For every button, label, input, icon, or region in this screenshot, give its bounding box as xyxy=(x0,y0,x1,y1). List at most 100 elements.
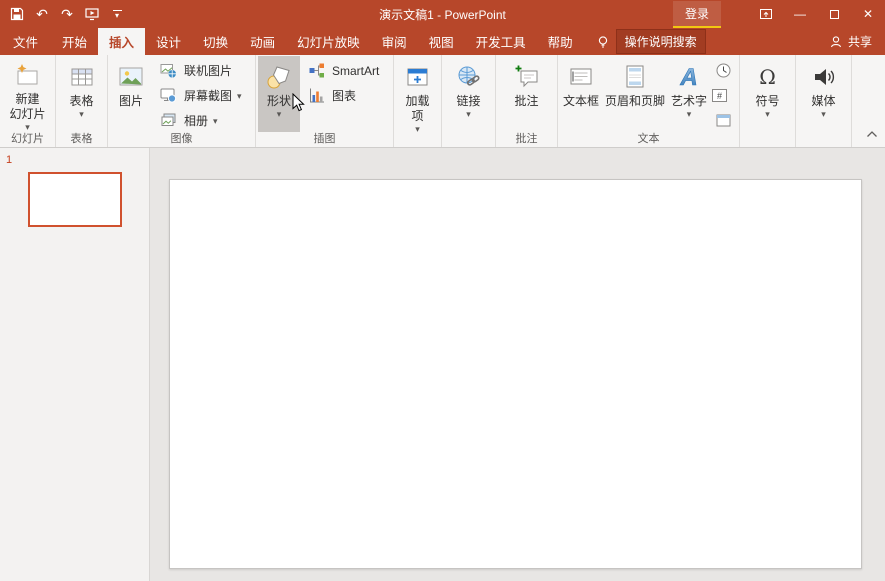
symbol-label: 符号 xyxy=(755,94,779,109)
comment-icon xyxy=(514,60,540,94)
slide-thumbnail[interactable] xyxy=(28,172,122,227)
tab-slideshow[interactable]: 幻灯片放映 xyxy=(286,28,371,55)
group-label-comments: 批注 xyxy=(498,132,555,147)
ribbon-display-options-icon xyxy=(759,7,773,21)
photo-album-button[interactable]: 相册 ▾ xyxy=(152,109,247,132)
media-label: 媒体 xyxy=(811,94,835,109)
screenshot-button[interactable]: 屏幕截图 ▾ xyxy=(152,84,247,107)
chevron-down-icon: ▾ xyxy=(25,122,30,132)
chevron-down-icon: ▾ xyxy=(115,12,119,19)
hash-glyph: # xyxy=(717,91,722,101)
share-button[interactable]: 共享 xyxy=(829,28,885,55)
link-button[interactable]: 链接 ▾ xyxy=(448,56,490,146)
link-label: 链接 xyxy=(456,94,480,109)
group-label-slides: 幻灯片 xyxy=(2,132,53,147)
chevron-down-icon: ▾ xyxy=(765,109,770,119)
ribbon-group-tables: 表格 ▾ 表格 xyxy=(56,55,108,147)
table-button[interactable]: 表格 ▾ xyxy=(61,56,103,132)
slide-thumbnail-panel: 1 xyxy=(0,148,150,581)
mouse-cursor xyxy=(292,93,305,112)
group-label-images: 图像 xyxy=(110,132,253,147)
tab-review[interactable]: 审阅 xyxy=(371,28,418,55)
header-footer-button[interactable]: 页眉和页脚 xyxy=(602,56,668,132)
chevron-up-icon xyxy=(866,130,878,138)
chevron-down-icon: ▾ xyxy=(466,109,471,119)
collapse-ribbon-button[interactable] xyxy=(859,123,885,145)
ribbon: 新建 幻灯片 ▾ 幻灯片 表格 ▾ 表格 xyxy=(0,55,885,148)
start-from-beginning-button[interactable] xyxy=(80,2,104,26)
quick-access-toolbar: ↶ ↷ ▾ xyxy=(0,2,129,26)
tab-transitions[interactable]: 切换 xyxy=(192,28,239,55)
slide-number: 1 xyxy=(6,154,12,166)
maximize-button[interactable] xyxy=(817,0,851,28)
maximize-icon xyxy=(830,10,839,19)
date-time-button[interactable] xyxy=(710,59,736,82)
redo-button[interactable]: ↷ xyxy=(55,2,79,26)
chevron-down-icon: ▾ xyxy=(821,109,826,119)
customize-qat-button[interactable]: ▾ xyxy=(105,2,129,26)
ribbon-group-links: 链接 ▾ xyxy=(442,55,496,147)
wordart-label: 艺术字 xyxy=(671,94,707,109)
tab-animations[interactable]: 动画 xyxy=(239,28,286,55)
table-label: 表格 xyxy=(69,94,93,109)
pictures-button[interactable]: 图片 xyxy=(110,56,152,132)
pictures-label: 图片 xyxy=(119,94,143,109)
group-label-illustrations: 插图 xyxy=(258,132,391,147)
tell-me-search-input[interactable]: 操作说明搜索 xyxy=(616,29,706,54)
chevron-down-icon: ▾ xyxy=(79,109,84,119)
ribbon-display-options-button[interactable] xyxy=(749,0,783,28)
sign-in-button[interactable]: 登录 xyxy=(673,1,721,28)
media-button[interactable]: 媒体 ▾ xyxy=(803,56,845,146)
person-icon xyxy=(829,35,843,49)
minimize-button[interactable]: — xyxy=(783,0,817,28)
addins-button[interactable]: 加载 项 ▾ xyxy=(397,56,439,146)
table-icon xyxy=(69,60,95,94)
photo-album-icon xyxy=(157,110,179,132)
tell-me-search[interactable]: 操作说明搜索 xyxy=(596,28,706,55)
comment-button[interactable]: 批注 xyxy=(506,56,548,132)
tab-help[interactable]: 帮助 xyxy=(537,28,584,55)
smartart-icon xyxy=(305,60,327,82)
shapes-label: 形状 xyxy=(267,94,291,109)
slide-editing-area[interactable] xyxy=(169,179,862,569)
shapes-button[interactable]: 形状 ▾ xyxy=(258,56,300,132)
undo-button[interactable]: ↶ xyxy=(30,2,54,26)
ribbon-tab-bar: 文件 开始 插入 设计 切换 动画 幻灯片放映 审阅 视图 开发工具 帮助 操作… xyxy=(0,28,885,55)
tab-insert[interactable]: 插入 xyxy=(98,28,145,55)
shapes-icon xyxy=(266,60,293,94)
save-button[interactable] xyxy=(5,2,29,26)
close-button[interactable]: ✕ xyxy=(851,0,885,28)
smartart-button[interactable]: SmartArt xyxy=(300,59,384,82)
new-slide-label-1: 新建 xyxy=(15,92,39,107)
tab-file[interactable]: 文件 xyxy=(0,28,51,55)
group-label-tables: 表格 xyxy=(58,132,105,147)
share-label: 共享 xyxy=(848,33,872,50)
tab-view[interactable]: 视图 xyxy=(418,28,465,55)
ribbon-group-comments: 批注 批注 xyxy=(496,55,558,147)
title-bar: ↶ ↷ ▾ 演示文稿1 - PowerPoint 登录 — ✕ xyxy=(0,0,885,28)
textbox-button[interactable]: 文本框 xyxy=(560,56,602,132)
chevron-down-icon: ▾ xyxy=(213,116,218,126)
ribbon-group-symbols: Ω 符号 ▾ xyxy=(740,55,796,147)
ribbon-group-text: 文本框 页眉和页脚 xyxy=(558,55,740,147)
symbol-button[interactable]: Ω 符号 ▾ xyxy=(747,56,789,146)
addins-icon xyxy=(405,60,430,94)
chart-button[interactable]: 图表 xyxy=(300,84,384,107)
slide-number-button[interactable]: # xyxy=(710,84,736,107)
chevron-down-icon: ▾ xyxy=(687,109,692,119)
tab-design[interactable]: 设计 xyxy=(145,28,192,55)
titlebar-controls: 登录 — ✕ xyxy=(673,0,885,28)
addins-label-1: 加载 xyxy=(405,94,429,109)
header-footer-label: 页眉和页脚 xyxy=(605,94,665,109)
tab-developer[interactable]: 开发工具 xyxy=(465,28,537,55)
object-button[interactable] xyxy=(710,109,736,132)
online-pictures-icon xyxy=(157,60,179,82)
new-slide-label-2: 幻灯片 xyxy=(9,107,45,122)
new-slide-button[interactable]: 新建 幻灯片 ▾ xyxy=(6,56,48,132)
screenshot-label: 屏幕截图 xyxy=(184,87,232,104)
chevron-down-icon: ▾ xyxy=(415,124,420,134)
online-pictures-button[interactable]: 联机图片 xyxy=(152,59,247,82)
tab-home[interactable]: 开始 xyxy=(51,28,98,55)
screenshot-icon xyxy=(157,85,179,107)
wordart-button[interactable]: A 艺术字 ▾ xyxy=(668,56,710,132)
